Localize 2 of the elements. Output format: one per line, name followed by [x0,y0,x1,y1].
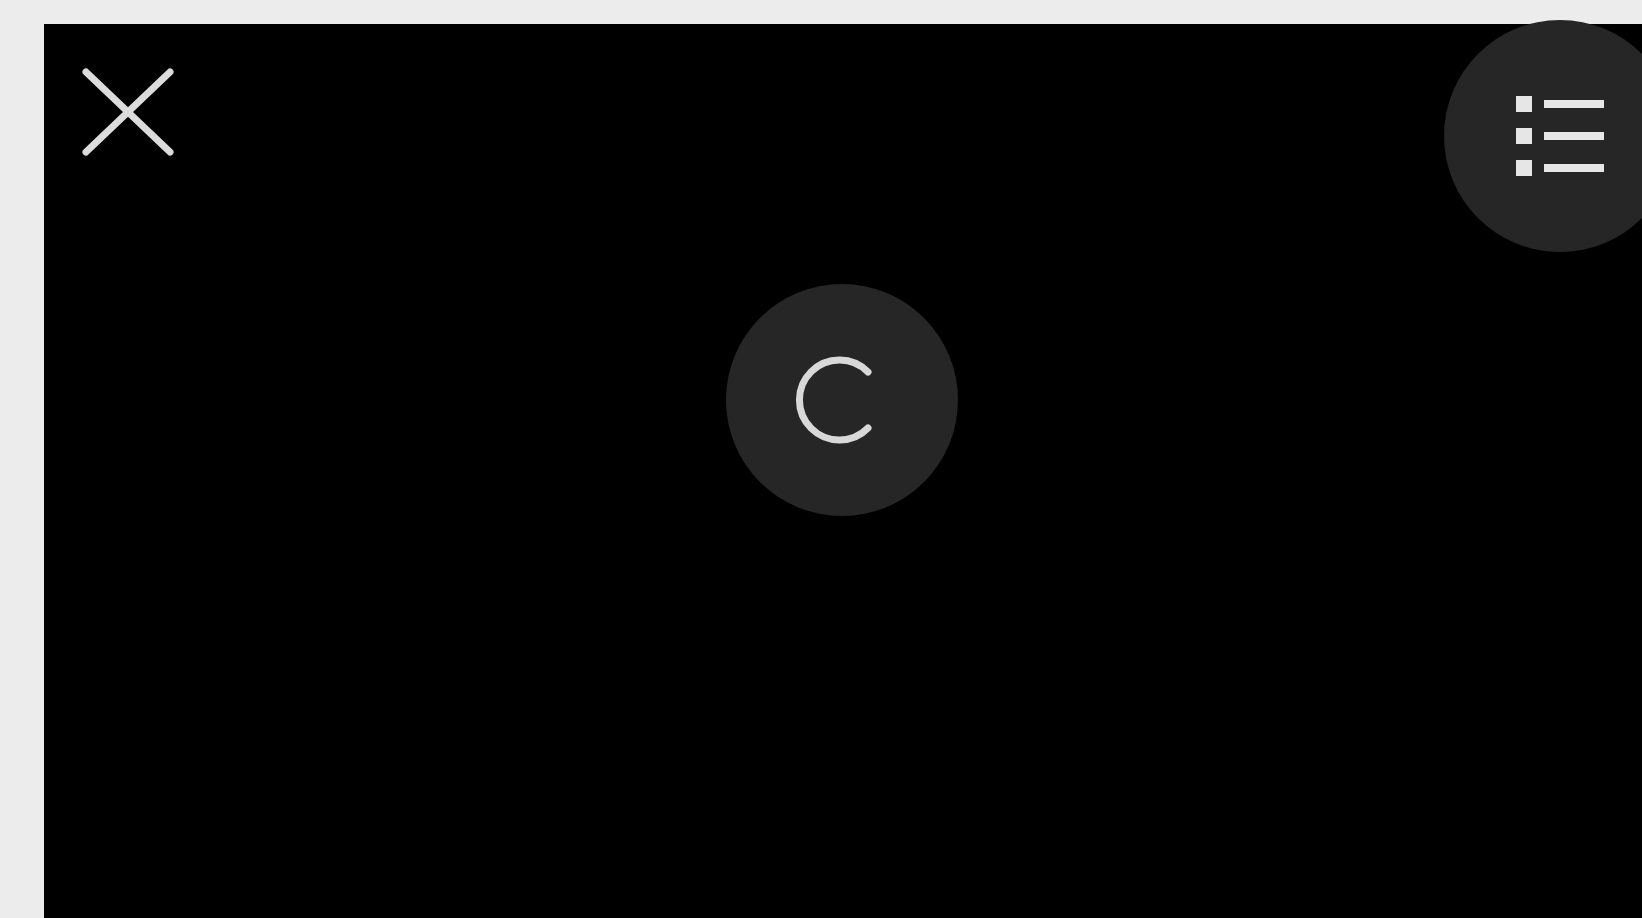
close-button[interactable] [80,68,176,156]
close-icon [82,68,174,156]
